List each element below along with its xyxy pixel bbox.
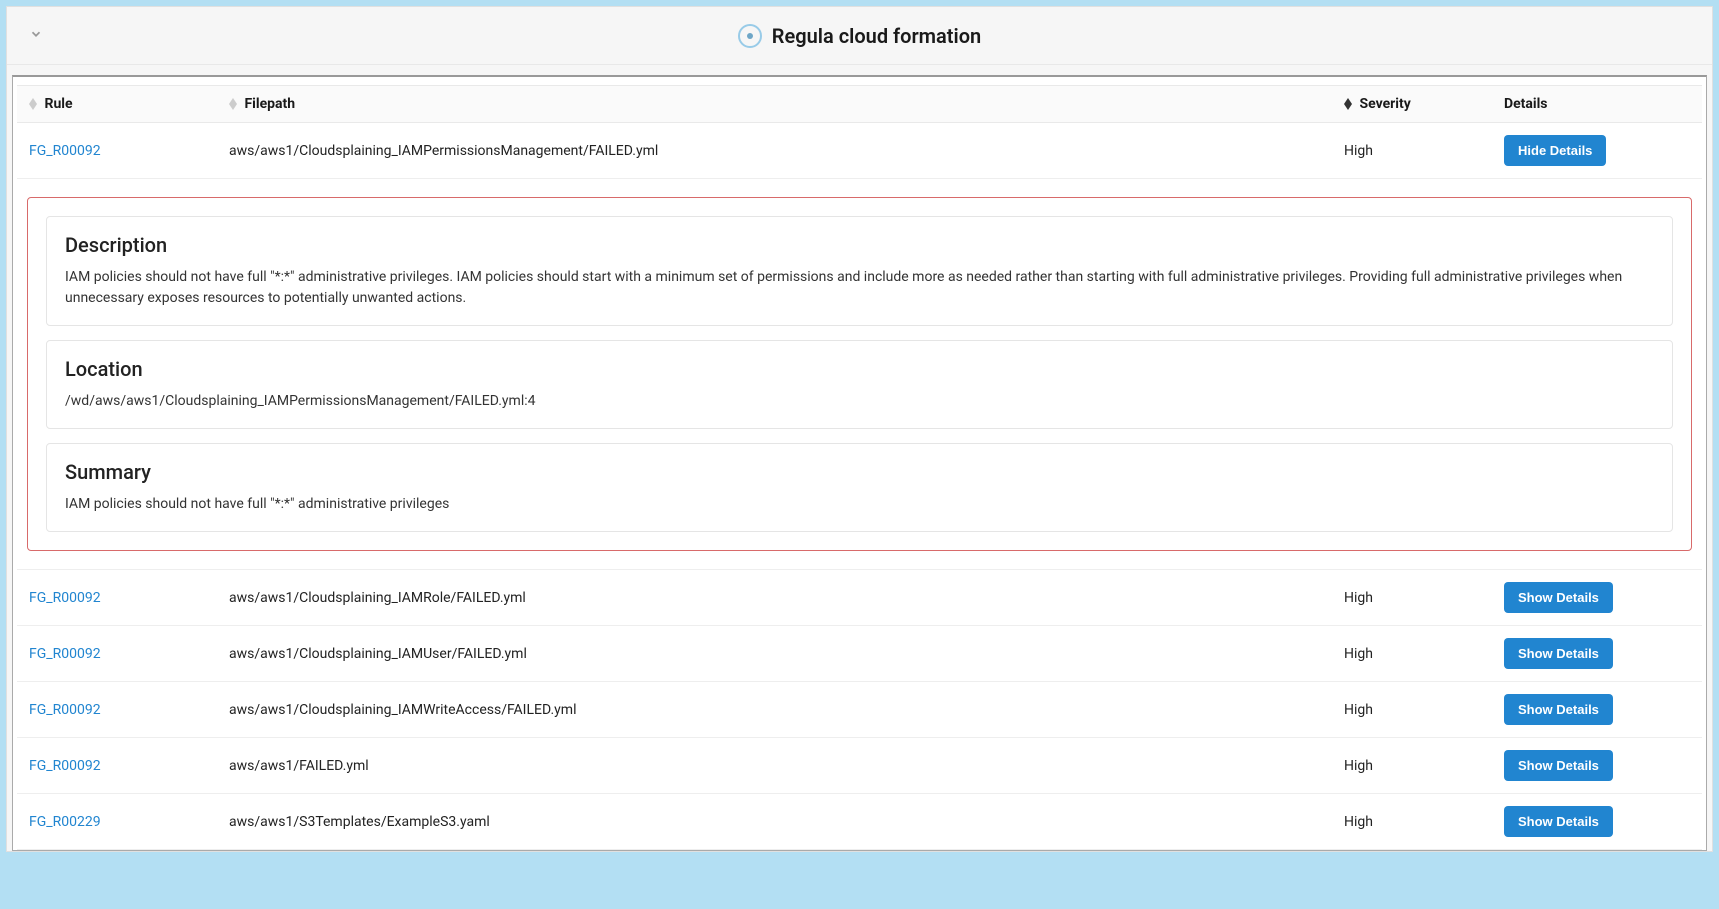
filepath-cell: aws/aws1/S3Templates/ExampleS3.yaml bbox=[217, 794, 1332, 850]
page-title: Regula cloud formation bbox=[772, 24, 981, 48]
details-panel: Description IAM policies should not have … bbox=[27, 197, 1692, 551]
table-row: FG_R00092 aws/aws1/Cloudsplaining_IAMRole… bbox=[17, 570, 1702, 626]
column-label: Filepath bbox=[244, 96, 295, 112]
severity-cell: High bbox=[1332, 738, 1492, 794]
show-details-button[interactable]: Show Details bbox=[1504, 638, 1613, 669]
column-label: Details bbox=[1504, 96, 1548, 112]
card-body: IAM policies should not have full "*:*" … bbox=[65, 494, 1654, 515]
details-row: Description IAM policies should not have … bbox=[17, 179, 1702, 570]
chevron-down-icon[interactable] bbox=[29, 27, 43, 45]
page-header: Regula cloud formation bbox=[7, 7, 1712, 65]
header-title-wrap: Regula cloud formation bbox=[738, 24, 981, 48]
show-details-button[interactable]: Show Details bbox=[1504, 806, 1613, 837]
description-card: Description IAM policies should not have … bbox=[46, 216, 1673, 326]
card-body: /wd/aws/aws1/Cloudsplaining_IAMPermissio… bbox=[65, 391, 1654, 412]
sort-icon bbox=[29, 98, 37, 110]
logo-icon bbox=[738, 24, 762, 48]
table-row: FG_R00092 aws/aws1/Cloudsplaining_IAMUser… bbox=[17, 626, 1702, 682]
rule-link[interactable]: FG_R00229 bbox=[29, 814, 101, 830]
column-header-severity[interactable]: Severity bbox=[1332, 86, 1492, 123]
sort-icon bbox=[1344, 98, 1352, 110]
show-details-button[interactable]: Show Details bbox=[1504, 750, 1613, 781]
summary-card: Summary IAM policies should not have full… bbox=[46, 443, 1673, 532]
rule-link[interactable]: FG_R00092 bbox=[29, 143, 101, 159]
card-title: Description bbox=[65, 233, 1654, 257]
severity-cell: High bbox=[1332, 794, 1492, 850]
card-title: Location bbox=[65, 357, 1654, 381]
severity-cell: High bbox=[1332, 570, 1492, 626]
rule-link[interactable]: FG_R00092 bbox=[29, 646, 101, 662]
filepath-cell: aws/aws1/Cloudsplaining_IAMPermissionsMa… bbox=[217, 123, 1332, 179]
rule-link[interactable]: FG_R00092 bbox=[29, 758, 101, 774]
card-title: Summary bbox=[65, 460, 1654, 484]
card-body: IAM policies should not have full "*:*" … bbox=[65, 267, 1654, 309]
filepath-cell: aws/aws1/Cloudsplaining_IAMRole/FAILED.y… bbox=[217, 570, 1332, 626]
app-wrapper: Regula cloud formation Rule bbox=[6, 6, 1713, 852]
table-row: FG_R00092 aws/aws1/Cloudsplaining_IAMPerm… bbox=[17, 123, 1702, 179]
column-header-filepath[interactable]: Filepath bbox=[217, 86, 1332, 123]
column-header-details: Details bbox=[1492, 86, 1702, 123]
content-panel: Rule Filepath bbox=[12, 75, 1707, 851]
severity-cell: High bbox=[1332, 626, 1492, 682]
severity-cell: High bbox=[1332, 682, 1492, 738]
rule-link[interactable]: FG_R00092 bbox=[29, 702, 101, 718]
show-details-button[interactable]: Show Details bbox=[1504, 694, 1613, 725]
location-card: Location/wd/aws/aws1/Cloudsplaining_IAMP… bbox=[46, 340, 1673, 429]
sort-icon bbox=[229, 98, 237, 110]
filepath-cell: aws/aws1/Cloudsplaining_IAMUser/FAILED.y… bbox=[217, 626, 1332, 682]
table-row: FG_R00229 aws/aws1/S3Templates/ExampleS3.… bbox=[17, 794, 1702, 850]
column-label: Severity bbox=[1359, 96, 1410, 112]
filepath-cell: aws/aws1/FAILED.yml bbox=[217, 738, 1332, 794]
filepath-cell: aws/aws1/Cloudsplaining_IAMWriteAccess/F… bbox=[217, 682, 1332, 738]
column-label: Rule bbox=[44, 96, 72, 112]
results-table: Rule Filepath bbox=[17, 85, 1702, 850]
table-row: FG_R00092 aws/aws1/Cloudsplaining_IAMWrit… bbox=[17, 682, 1702, 738]
rule-link[interactable]: FG_R00092 bbox=[29, 590, 101, 606]
hide-details-button[interactable]: Hide Details bbox=[1504, 135, 1606, 166]
results-table-wrap: Rule Filepath bbox=[13, 77, 1706, 850]
show-details-button[interactable]: Show Details bbox=[1504, 582, 1613, 613]
column-header-rule[interactable]: Rule bbox=[17, 86, 217, 123]
severity-cell: High bbox=[1332, 123, 1492, 179]
table-row: FG_R00092 aws/aws1/FAILED.ymlHigh Show Det… bbox=[17, 738, 1702, 794]
